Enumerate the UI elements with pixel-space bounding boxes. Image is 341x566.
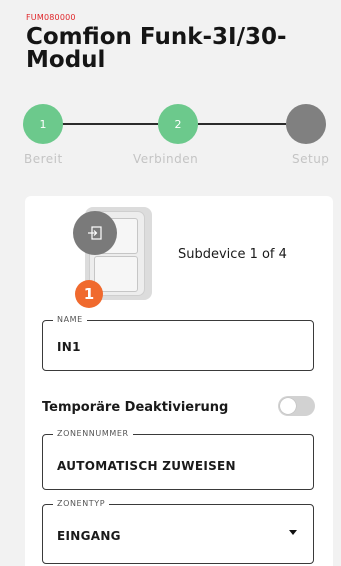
- enter-icon: [73, 211, 117, 255]
- page-title: Comfion Funk-3I/30-Modul: [26, 24, 287, 73]
- deactivate-label: Temporäre Deaktivierung: [42, 400, 229, 415]
- step-connector-1: [60, 123, 158, 125]
- name-field-value[interactable]: IN1: [57, 340, 81, 354]
- zone-number-field[interactable]: ZONENNUMMER AUTOMATISCH ZUWEISEN: [42, 429, 314, 490]
- name-field-label: NAME: [53, 315, 87, 325]
- deactivate-toggle[interactable]: [278, 396, 315, 416]
- chevron-down-icon[interactable]: [289, 530, 297, 535]
- step-1-indicator: 1: [23, 104, 63, 144]
- step-connector-2: [198, 123, 286, 125]
- setup-stepper: 1 2 Bereit Verbinden Setup: [0, 104, 341, 174]
- name-field[interactable]: NAME IN1: [42, 315, 314, 371]
- zone-type-select[interactable]: ZONENTYP EINGANG: [42, 499, 314, 564]
- step-2-label: Verbinden: [133, 152, 199, 166]
- zone-type-value[interactable]: EINGANG: [57, 529, 121, 543]
- zone-number-value[interactable]: AUTOMATISCH ZUWEISEN: [57, 459, 236, 473]
- step-1-label: Bereit: [24, 152, 63, 166]
- subdevice-label: Subdevice 1 of 4: [178, 247, 287, 262]
- input-number-badge: 1: [75, 280, 103, 308]
- step-3-indicator: [286, 104, 326, 144]
- toggle-knob: [280, 398, 296, 414]
- zone-type-label: ZONENTYP: [53, 499, 110, 509]
- device-code: FUM080000: [26, 13, 76, 22]
- enter-icon-glyph: [88, 226, 102, 240]
- step-3-label: Setup: [292, 152, 330, 166]
- zone-number-label: ZONENNUMMER: [53, 429, 133, 439]
- step-2-indicator: 2: [158, 104, 198, 144]
